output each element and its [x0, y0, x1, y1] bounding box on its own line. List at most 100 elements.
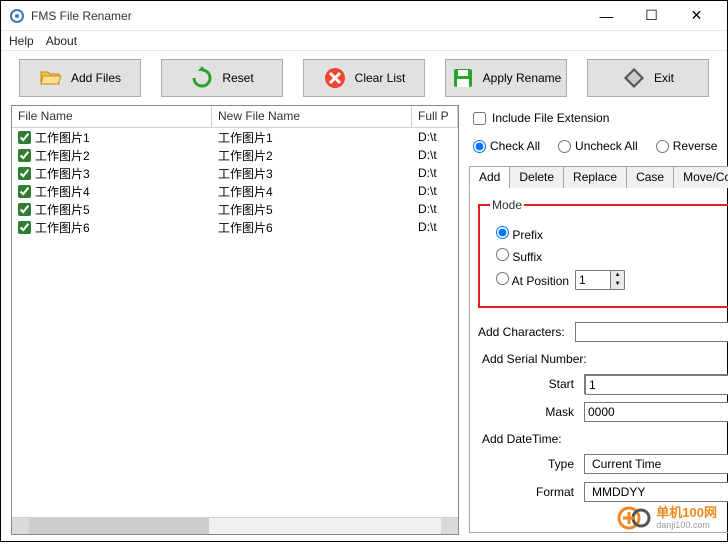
menu-help[interactable]: Help — [9, 34, 34, 48]
at-position-radio[interactable]: At Position — [490, 272, 569, 288]
col-header-name[interactable]: File Name — [12, 106, 212, 127]
new-file-name: 工作图片2 — [218, 147, 273, 164]
file-name: 工作图片5 — [35, 201, 90, 218]
refresh-icon — [190, 66, 214, 90]
apply-rename-button[interactable]: Apply Rename — [445, 59, 567, 97]
add-files-button[interactable]: Add Files — [19, 59, 141, 97]
exit-icon — [622, 66, 646, 90]
tab-replace[interactable]: Replace — [563, 166, 627, 188]
include-extension-label: Include File Extension — [492, 111, 609, 125]
start-input[interactable] — [585, 375, 728, 395]
file-path: D:\t — [418, 184, 437, 198]
add-serial-label: Add Serial Number: — [482, 352, 728, 366]
clear-list-button[interactable]: Clear List — [303, 59, 425, 97]
tab-case[interactable]: Case — [626, 166, 674, 188]
file-name: 工作图片6 — [35, 219, 90, 236]
reset-label: Reset — [222, 71, 253, 85]
main-area: File Name New File Name Full P 工作图片1工作图片… — [1, 105, 727, 545]
new-file-name: 工作图片6 — [218, 219, 273, 236]
check-all-radio[interactable]: Check All — [473, 139, 540, 153]
watermark-text-2: danji100.com — [656, 520, 717, 531]
add-characters-label: Add Characters: — [478, 325, 569, 339]
clear-list-label: Clear List — [355, 71, 406, 85]
table-row[interactable]: 工作图片3 工作图片3 D:\t — [12, 164, 458, 182]
file-path: D:\t — [418, 220, 437, 234]
new-file-name: 工作图片4 — [218, 183, 273, 200]
suffix-radio[interactable]: Suffix — [490, 248, 542, 264]
add-characters-input[interactable] — [575, 322, 728, 342]
tabs: Add Delete Replace Case Move/Copy — [469, 165, 728, 188]
close-circle-icon — [323, 66, 347, 90]
file-name: 工作图片4 — [35, 183, 90, 200]
table-row[interactable]: 工作图片5 工作图片5 D:\t — [12, 200, 458, 218]
save-icon — [451, 66, 475, 90]
exit-button[interactable]: Exit — [587, 59, 709, 97]
toolbar: Add Files Reset Clear List Apply Rename … — [1, 51, 727, 105]
include-extension-input[interactable] — [473, 112, 486, 125]
tab-delete[interactable]: Delete — [509, 166, 564, 188]
file-path: D:\t — [418, 166, 437, 180]
file-path: D:\t — [418, 202, 437, 216]
file-name: 工作图片3 — [35, 165, 90, 182]
table-row[interactable]: 工作图片6 工作图片6 D:\t — [12, 218, 458, 236]
file-path: D:\t — [418, 130, 437, 144]
tab-content-add: Mode Prefix Suffix At Position ▲▼ Add Ch… — [469, 188, 728, 533]
file-name: 工作图片2 — [35, 147, 90, 164]
exit-label: Exit — [654, 71, 674, 85]
mask-label: Mask — [478, 405, 578, 419]
reverse-radio[interactable]: Reverse — [656, 139, 718, 153]
apply-rename-label: Apply Rename — [483, 71, 562, 85]
file-path: D:\t — [418, 148, 437, 162]
minimize-button[interactable]: — — [584, 2, 629, 30]
reset-button[interactable]: Reset — [161, 59, 283, 97]
menu-about[interactable]: About — [46, 34, 77, 48]
prefix-radio[interactable]: Prefix — [490, 226, 543, 242]
new-file-name: 工作图片1 — [218, 129, 273, 146]
row-checkbox[interactable] — [18, 167, 31, 180]
col-header-path[interactable]: Full P — [412, 106, 458, 127]
close-button[interactable]: ✕ — [674, 2, 719, 30]
window-title: FMS File Renamer — [31, 9, 584, 23]
mask-input[interactable] — [584, 402, 728, 422]
table-row[interactable]: 工作图片4 工作图片4 D:\t — [12, 182, 458, 200]
mode-fieldset: Mode Prefix Suffix At Position ▲▼ — [478, 198, 728, 308]
tab-add[interactable]: Add — [469, 166, 510, 188]
new-file-name: 工作图片3 — [218, 165, 273, 182]
file-list-body[interactable]: 工作图片1 工作图片1 D:\t 工作图片2 工作图片2 D:\t 工作图片3 工作图片3 D:… — [12, 128, 458, 517]
horizontal-scrollbar[interactable] — [12, 517, 458, 534]
tab-movecopy[interactable]: Move/Copy — [673, 166, 728, 188]
selection-radios: Check All Uncheck All Reverse — [473, 139, 728, 153]
app-icon — [9, 8, 25, 24]
spin-up-icon[interactable]: ▲ — [611, 271, 624, 280]
row-checkbox[interactable] — [18, 149, 31, 162]
row-checkbox[interactable] — [18, 203, 31, 216]
type-label: Type — [478, 457, 578, 471]
add-files-label: Add Files — [71, 71, 121, 85]
file-list-header: File Name New File Name Full P — [12, 106, 458, 128]
row-checkbox[interactable] — [18, 185, 31, 198]
file-list: File Name New File Name Full P 工作图片1工作图片… — [11, 105, 459, 535]
options-panel: Include File Extension Check All Uncheck… — [465, 105, 728, 535]
at-position-input[interactable] — [576, 271, 610, 289]
maximize-button[interactable]: ☐ — [629, 2, 674, 30]
col-header-newname[interactable]: New File Name — [212, 106, 412, 127]
include-extension-checkbox[interactable]: Include File Extension — [473, 111, 728, 125]
titlebar: FMS File Renamer — ☐ ✕ — [1, 1, 727, 31]
at-position-spinner[interactable]: ▲▼ — [575, 270, 625, 290]
new-file-name: 工作图片5 — [218, 201, 273, 218]
format-label: Format — [478, 485, 578, 499]
file-name: 工作图片1 — [35, 129, 90, 146]
start-spinner[interactable]: ▲▼ — [584, 374, 728, 394]
table-row[interactable]: 工作图片1 工作图片1 D:\t — [12, 128, 458, 146]
row-checkbox[interactable] — [18, 221, 31, 234]
table-row[interactable]: 工作图片2 工作图片2 D:\t — [12, 146, 458, 164]
mode-legend: Mode — [490, 198, 524, 212]
add-datetime-label: Add DateTime: — [482, 432, 728, 446]
type-select[interactable]: Current Time — [584, 454, 728, 474]
row-checkbox[interactable] — [18, 131, 31, 144]
uncheck-all-radio[interactable]: Uncheck All — [558, 139, 638, 153]
watermark: 单机100网 danji100.com — [617, 501, 717, 535]
start-label: Start — [478, 377, 578, 391]
format-select[interactable]: MMDDYY — [584, 482, 728, 502]
spin-down-icon[interactable]: ▼ — [611, 280, 624, 289]
